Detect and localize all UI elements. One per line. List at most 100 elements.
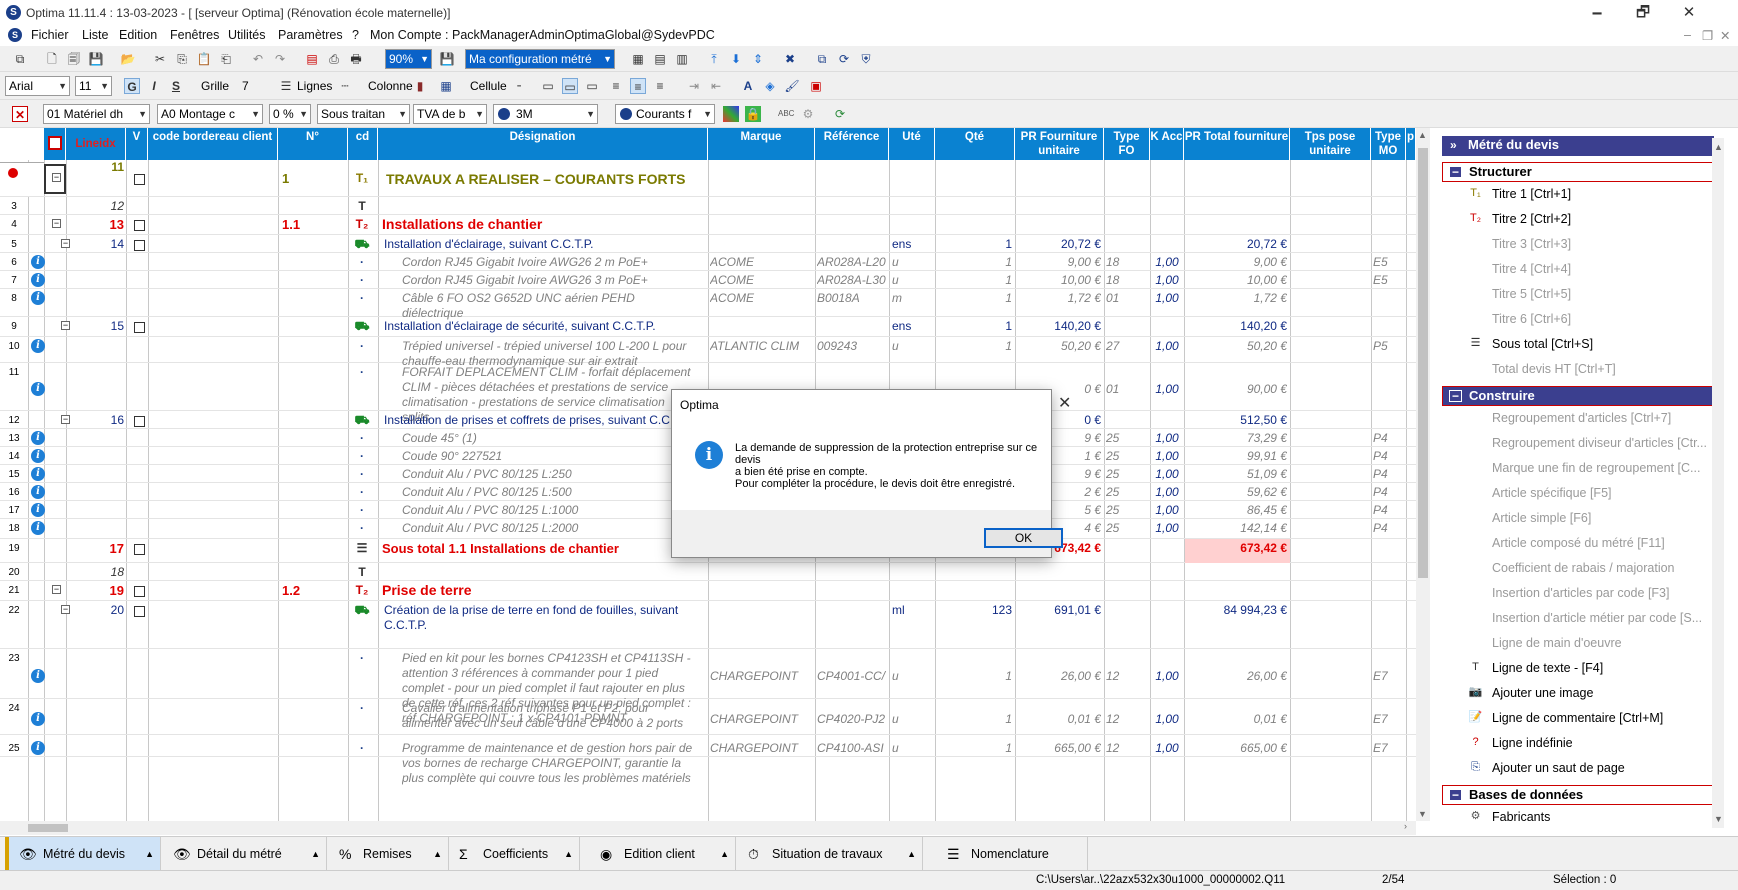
row-number[interactable]: 20: [0, 567, 28, 578]
mdi-close-button[interactable]: ✕: [1720, 28, 1730, 43]
print-icon[interactable]: ⎙: [326, 51, 342, 67]
info-icon[interactable]: i: [31, 255, 45, 269]
grid-corner-icon[interactable]: [44, 128, 66, 160]
clipboard-icon[interactable]: ⎗: [218, 51, 234, 67]
column-header-cd[interactable]: cd: [348, 128, 378, 160]
clear-format-icon[interactable]: ▣: [808, 78, 824, 94]
windows-icon[interactable]: ⧉: [12, 51, 28, 67]
validation-checkbox[interactable]: [134, 240, 145, 251]
panel-item[interactable]: Ajouter une image: [1492, 686, 1593, 700]
border-all-icon[interactable]: ▭: [562, 78, 578, 94]
info-icon[interactable]: i: [31, 382, 45, 396]
column-header-designation[interactable]: Désignation: [378, 128, 708, 160]
pdf-icon[interactable]: ▤: [304, 51, 320, 67]
panel-item[interactable]: Ligne de texte - [F4]: [1492, 661, 1603, 675]
row-number[interactable]: 16: [0, 487, 28, 498]
row-number[interactable]: 25: [0, 743, 28, 754]
config-edit-icon[interactable]: ▦: [630, 51, 646, 67]
row-number[interactable]: 12: [0, 415, 28, 426]
row-number[interactable]: 17: [0, 505, 28, 516]
format-brush-icon[interactable]: 🖌: [784, 78, 800, 94]
cell-style-icon[interactable]: ╴: [513, 78, 529, 94]
info-icon[interactable]: i: [31, 431, 45, 445]
panel-item[interactable]: Ligne indéfinie: [1492, 736, 1573, 750]
row-number[interactable]: 10: [0, 341, 28, 352]
tab-menu-icon[interactable]: ▲: [311, 837, 320, 871]
mdi-minimize-button[interactable]: –: [1684, 28, 1691, 42]
column-header-p[interactable]: p: [1406, 128, 1416, 160]
row-number[interactable]: 3: [0, 201, 28, 212]
menu-liste[interactable]: Liste: [82, 28, 108, 42]
new-document-icon[interactable]: 🗋: [44, 51, 60, 67]
section-bases[interactable]: − Bases de données: [1442, 785, 1714, 805]
row-header[interactable]: [0, 162, 44, 196]
panel-collapse-icon[interactable]: »: [1450, 136, 1457, 154]
bold-button[interactable]: G: [124, 78, 140, 94]
copy-icon[interactable]: ⎘: [174, 51, 190, 67]
collapse-toggle-icon[interactable]: −: [52, 219, 61, 228]
undo-icon[interactable]: ↶: [250, 51, 266, 67]
row-number[interactable]: 6: [0, 257, 28, 268]
info-icon[interactable]: i: [31, 449, 45, 463]
italic-button[interactable]: I: [146, 78, 162, 94]
sous-traitance-select[interactable]: Sous traitan ▼: [317, 104, 410, 124]
row-number[interactable]: 15: [0, 469, 28, 480]
info-icon[interactable]: i: [31, 712, 45, 726]
column-header-pr-fourniture-unitaire[interactable]: PR Fourniture unitaire: [1015, 128, 1104, 160]
section-toggle-icon[interactable]: −: [1449, 789, 1462, 801]
copy-document-icon[interactable]: 🗐: [66, 51, 82, 67]
shield-icon[interactable]: ⛨: [858, 51, 874, 67]
font-size-select[interactable]: 11 ▼: [75, 76, 112, 96]
column-header-k-acc[interactable]: K Acc: [1150, 128, 1184, 160]
row-number[interactable]: 4: [0, 219, 28, 230]
menu-help[interactable]: ?: [352, 28, 359, 42]
tab-menu-icon[interactable]: ▲: [564, 837, 573, 871]
column-header-marque[interactable]: Marque: [708, 128, 815, 160]
validation-checkbox[interactable]: [134, 606, 145, 617]
zoom-select[interactable]: 90% ▼: [385, 49, 432, 69]
panel-scrollbar[interactable]: ▲ ▼: [1712, 138, 1724, 828]
underline-button[interactable]: S: [168, 78, 184, 94]
spellcheck-icon[interactable]: ABC: [778, 106, 794, 122]
settings-icon[interactable]: ⚙: [800, 106, 816, 122]
row-number[interactable]: 13: [0, 433, 28, 444]
row-number[interactable]: 14: [0, 451, 28, 462]
redo-icon[interactable]: ↷: [272, 51, 288, 67]
move-top-icon[interactable]: ⤒: [706, 51, 722, 67]
tab-menu-icon[interactable]: ▲: [433, 837, 442, 871]
move-down-icon[interactable]: ⬇: [728, 51, 744, 67]
duplicate-icon[interactable]: ⧉: [814, 51, 830, 67]
row-number[interactable]: 11: [0, 367, 28, 378]
close-window-button[interactable]: ✕: [1666, 0, 1712, 26]
section-toggle-icon[interactable]: −: [1449, 166, 1462, 178]
tab-0[interactable]: 👁 Métré du devis ▲: [5, 837, 161, 871]
column-header-pr-total-fourniture[interactable]: PR Total fourniture: [1184, 128, 1290, 160]
tab-2[interactable]: % Remises ▲: [329, 837, 449, 871]
row-number[interactable]: 7: [0, 275, 28, 286]
outdent-icon[interactable]: ⇤: [708, 78, 724, 94]
column-header-type-mo[interactable]: Type MO: [1371, 128, 1406, 160]
row-number[interactable]: 23: [0, 653, 28, 664]
marque-select[interactable]: 3M ▼: [493, 104, 598, 124]
tab-menu-icon[interactable]: ▲: [720, 837, 729, 871]
panel-item[interactable]: Fabricants: [1492, 810, 1550, 824]
info-icon[interactable]: i: [31, 485, 45, 499]
courants-select[interactable]: Courants f ▼: [615, 104, 715, 124]
grid-hscrollbar[interactable]: ›: [0, 821, 1416, 835]
validation-checkbox[interactable]: [134, 416, 145, 427]
lines-icon[interactable]: ☰: [278, 78, 294, 94]
info-icon[interactable]: i: [31, 521, 45, 535]
materiel-select[interactable]: 01 Matériel dh ▼: [43, 104, 150, 124]
column-header-lineidx[interactable]: Lineidx: [66, 128, 126, 160]
ok-button[interactable]: OK: [984, 528, 1063, 548]
menu-fenetres[interactable]: Fenêtres: [170, 28, 219, 42]
align-right-icon[interactable]: ≡: [652, 78, 668, 94]
info-icon[interactable]: i: [31, 291, 45, 305]
dialog-close-button[interactable]: ✕: [1058, 393, 1071, 413]
collapse-toggle-icon[interactable]: −: [52, 585, 61, 594]
section-structurer[interactable]: − Structurer: [1442, 162, 1714, 182]
tab-1[interactable]: 👁 Détail du métré ▲: [163, 837, 327, 871]
menu-utilites[interactable]: Utilités: [228, 28, 266, 42]
open-folder-icon[interactable]: 📂: [120, 51, 136, 67]
menu-fichier[interactable]: Fichier: [31, 28, 69, 42]
